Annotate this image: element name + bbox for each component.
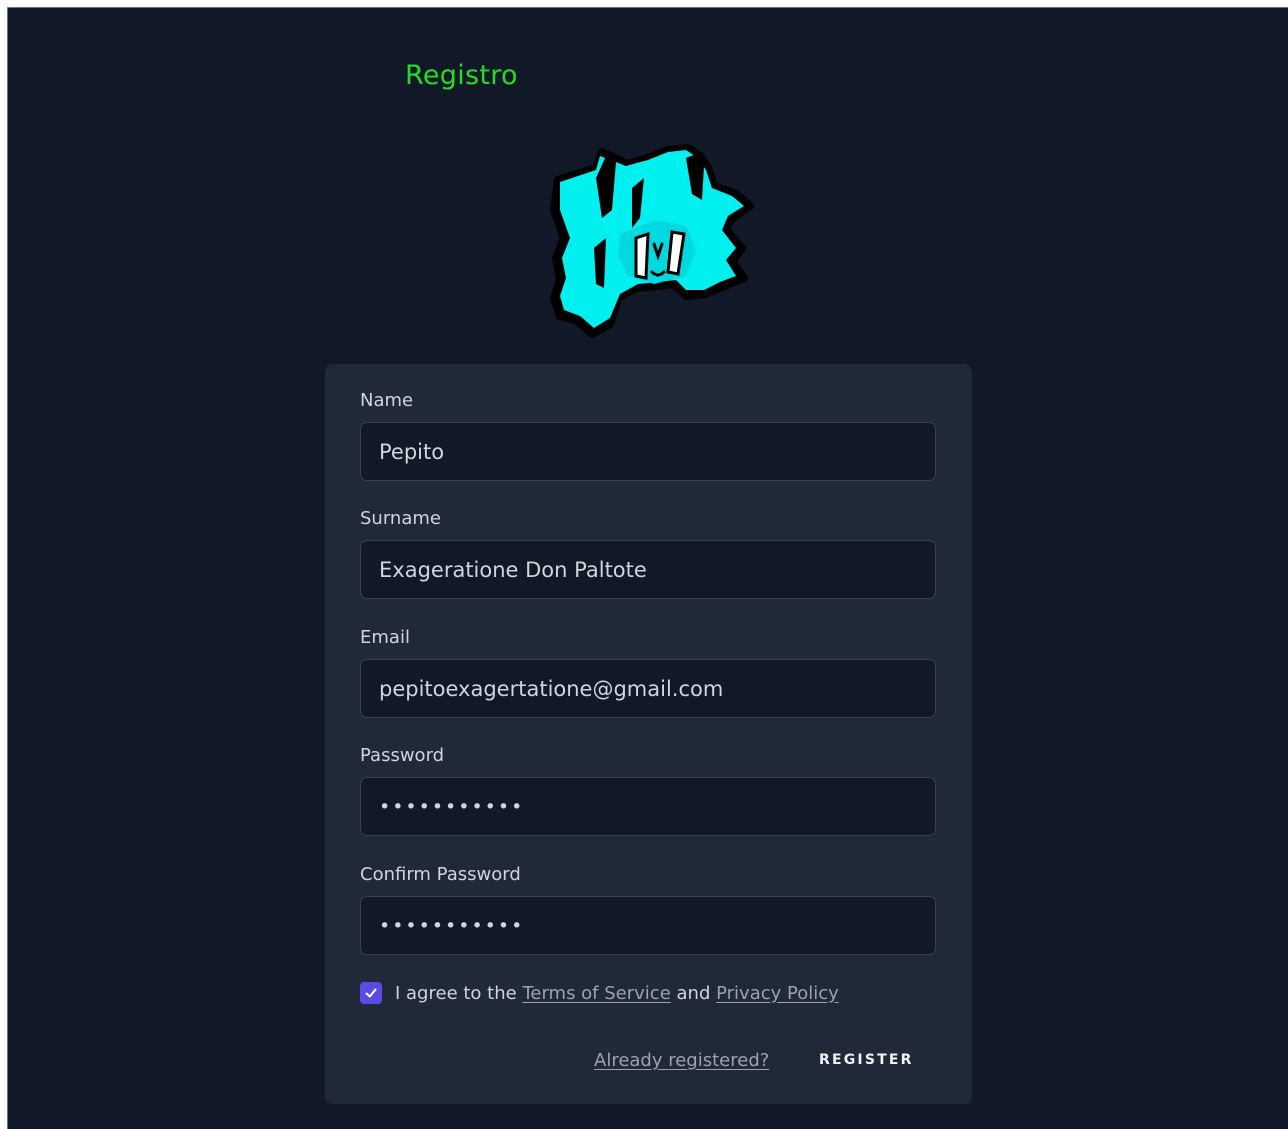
register-button[interactable]: REGISTER (819, 1048, 914, 1072)
name-label: Name (360, 390, 414, 411)
page-title: Registro (405, 60, 518, 91)
password-label: Password (360, 745, 445, 766)
surname-input[interactable] (360, 540, 936, 599)
checkmark-icon (365, 988, 377, 998)
email-label: Email (360, 627, 410, 648)
terms-of-service-link[interactable]: Terms of Service (522, 983, 670, 1004)
terms-checkbox[interactable] (360, 982, 382, 1004)
privacy-policy-link[interactable]: Privacy Policy (716, 983, 839, 1004)
agree-and-text: and (676, 982, 711, 1004)
already-registered-link[interactable]: Already registered? (594, 1050, 769, 1071)
terms-agreement-row: I agree to the Terms of Service and Priv… (360, 982, 839, 1004)
password-input[interactable] (360, 777, 936, 836)
name-input[interactable] (360, 422, 936, 481)
app-window: Registro Name Pepito Surname Exageration… (7, 7, 1288, 1129)
confirm-password-label: Confirm Password (360, 864, 521, 885)
register-form-card: Name Surname Email Password Confirm Pass… (325, 364, 972, 1104)
email-input[interactable] (360, 659, 936, 718)
confirm-password-input[interactable] (360, 896, 936, 955)
surname-label: Surname (360, 508, 441, 529)
mascot-logo-icon (550, 144, 754, 338)
agree-text: I agree to the (395, 982, 517, 1004)
